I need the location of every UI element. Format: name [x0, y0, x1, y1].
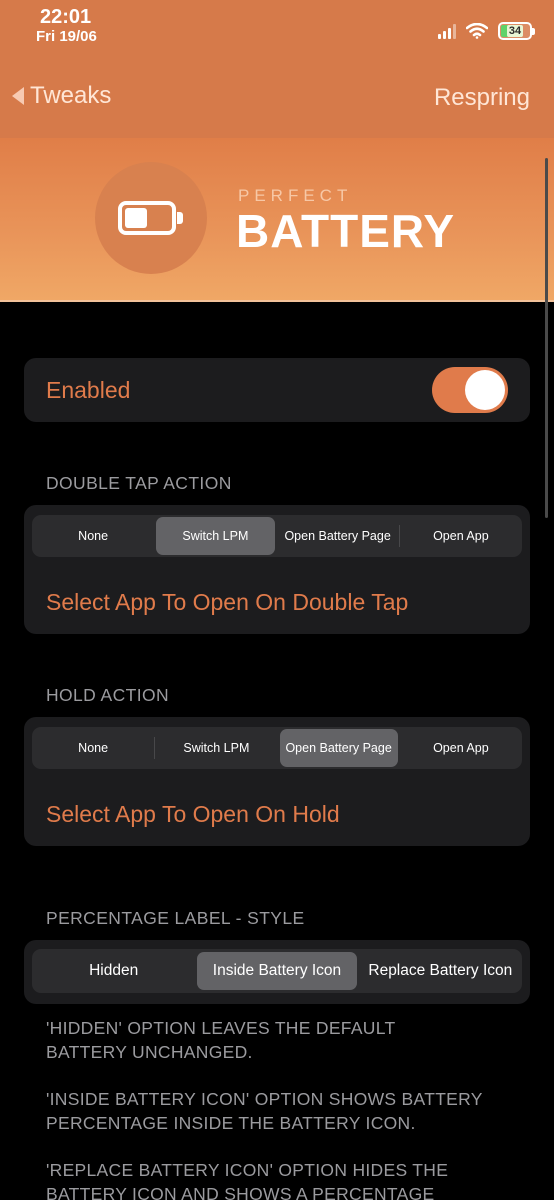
note-line: 'REPLACE BATTERY ICON' OPTION HIDES THE [46, 1160, 449, 1180]
percentage-style-segmented-control: Hidden Inside Battery Icon Replace Batte… [32, 949, 522, 993]
note-line: PERCENTAGE INSIDE THE BATTERY ICON. [46, 1113, 416, 1133]
cellular-signal-icon [438, 23, 456, 39]
double-tap-header: DOUBLE TAP ACTION [46, 473, 232, 493]
percentage-style-card: Hidden Inside Battery Icon Replace Batte… [24, 940, 530, 1004]
segment-divider [398, 525, 400, 547]
battery-logo-icon [118, 201, 183, 235]
navigation-header: 22:01 Fri 19/06 34 Tweaks Respring [0, 0, 554, 138]
back-button-label: Tweaks [30, 82, 112, 109]
note-line: BATTERY UNCHANGED. [46, 1042, 253, 1062]
hold-action-header: HOLD ACTION [46, 685, 170, 705]
note-line: 'HIDDEN' OPTION LEAVES THE DEFAULT [46, 1018, 396, 1038]
hidden-option-note: 'HIDDEN' OPTION LEAVES THE DEFAULT BATTE… [46, 1016, 395, 1064]
battery-level: 34 [506, 25, 524, 37]
status-indicators: 34 [438, 22, 535, 40]
scrollbar[interactable] [545, 158, 548, 518]
status-date: Fri 19/06 [36, 28, 97, 45]
double-tap-card: None Switch LPM Open Battery Page Open A… [24, 505, 530, 634]
banner-title: BATTERY [236, 205, 456, 257]
replace-option-note: 'REPLACE BATTERY ICON' OPTION HIDES THE … [46, 1158, 448, 1200]
banner-divider [0, 300, 554, 302]
hold-segmented-control: None Switch LPM Open Battery Page Open A… [32, 727, 522, 769]
note-line: 'INSIDE BATTERY ICON' OPTION SHOWS BATTE… [46, 1089, 483, 1109]
note-line: BATTERY ICON AND SHOWS A PERCENTAGE [46, 1184, 435, 1200]
double-tap-option-switch-lpm[interactable]: Switch LPM [156, 517, 275, 555]
hold-option-open-battery-page[interactable]: Open Battery Page [279, 729, 398, 767]
select-app-hold-link[interactable]: Select App To Open On Hold [46, 801, 340, 828]
banner-subtitle: PERFECT [238, 186, 353, 205]
style-option-inside-battery-icon[interactable]: Inside Battery Icon [197, 952, 357, 990]
double-tap-option-open-app[interactable]: Open App [402, 517, 520, 555]
back-button[interactable]: Tweaks [12, 82, 111, 110]
double-tap-option-none[interactable]: None [34, 517, 152, 555]
battery-status-icon: 34 [498, 22, 535, 40]
select-app-double-tap-link[interactable]: Select App To Open On Double Tap [46, 589, 408, 616]
hold-option-open-app[interactable]: Open App [402, 729, 520, 767]
style-option-replace-battery-icon[interactable]: Replace Battery Icon [361, 952, 520, 990]
respring-button[interactable]: Respring [434, 84, 530, 112]
enabled-label: Enabled [46, 377, 131, 403]
toggle-knob [465, 370, 505, 410]
double-tap-segmented-control: None Switch LPM Open Battery Page Open A… [32, 515, 522, 557]
double-tap-option-open-battery-page[interactable]: Open Battery Page [279, 517, 397, 555]
inside-option-note: 'INSIDE BATTERY ICON' OPTION SHOWS BATTE… [46, 1087, 483, 1135]
style-option-hidden[interactable]: Hidden [34, 952, 193, 990]
hold-option-switch-lpm[interactable]: Switch LPM [157, 729, 275, 767]
enabled-row: Enabled [24, 358, 530, 422]
enabled-toggle[interactable] [432, 367, 508, 413]
status-time: 22:01 [40, 6, 92, 28]
hold-action-card: None Switch LPM Open Battery Page Open A… [24, 717, 530, 846]
chevron-left-icon [12, 87, 24, 105]
percentage-style-header: PERCENTAGE LABEL - STYLE [46, 908, 305, 928]
segment-divider [154, 737, 156, 759]
hold-option-none[interactable]: None [34, 729, 152, 767]
wifi-icon [466, 23, 488, 39]
